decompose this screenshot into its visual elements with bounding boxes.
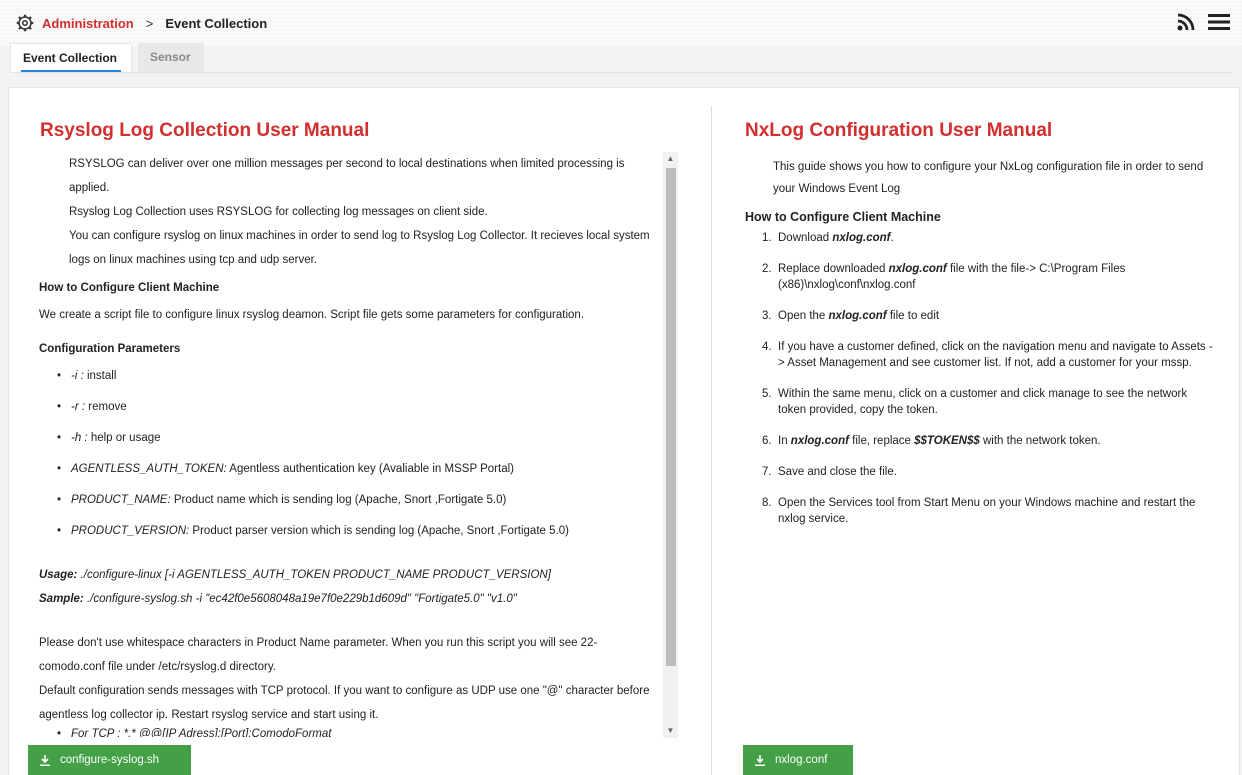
config-params-list: -i : install -r : remove -h : help or us… bbox=[39, 361, 661, 547]
nxlog-steps-list: 1. Download nxlog.conf. 2. Replace downloa… bbox=[745, 230, 1215, 527]
list-item: 6. In nxlog.conf file, replace $$TOKEN$$ … bbox=[762, 435, 1101, 447]
panel-divider bbox=[711, 106, 712, 775]
download-icon bbox=[755, 754, 765, 766]
list-item: For TCP : *.* @@[IP Adress]:[Port]:Comod… bbox=[57, 727, 661, 737]
tab-event-collection[interactable]: Event Collection bbox=[10, 43, 132, 72]
rsyslog-manual-title: Rsyslog Log Collection User Manual bbox=[40, 120, 370, 141]
top-icons bbox=[1176, 12, 1230, 32]
download-configure-syslog-button[interactable]: configure-syslog.sh bbox=[28, 745, 191, 775]
list-item: 7. Save and close the file. bbox=[762, 466, 897, 478]
how-to-configure-heading: How to Configure Client Machine bbox=[39, 282, 220, 294]
rss-icon[interactable] bbox=[1176, 12, 1196, 32]
nxlog-how-to-heading: How to Configure Client Machine bbox=[745, 210, 941, 224]
nxlog-content: This guide shows you how to configure yo… bbox=[745, 156, 1215, 542]
sample-line: Sample: ./configure-syslog.sh -i "ec42f0… bbox=[39, 593, 517, 605]
scroll-up-icon[interactable]: ▲ bbox=[663, 152, 678, 166]
list-item: 2. Replace downloaded nxlog.conf file wit… bbox=[762, 263, 1126, 291]
nxlog-intro: This guide shows you how to configure yo… bbox=[773, 161, 1204, 195]
config-params-heading: Configuration Parameters bbox=[39, 343, 181, 355]
list-item: -r : remove bbox=[57, 392, 661, 423]
list-item: AGENTLESS_AUTH_TOKEN: Agentless authenti… bbox=[57, 454, 661, 485]
breadcrumb: Administration > Event Collection bbox=[16, 14, 267, 32]
download-nxlog-conf-button[interactable]: nxlog.conf bbox=[743, 745, 853, 775]
how-to-configure-text: We create a script file to configure lin… bbox=[39, 309, 585, 321]
list-item: 3. Open the nxlog.conf file to edit bbox=[762, 310, 940, 322]
note-paragraph-1: Please don't use whitespace characters i… bbox=[39, 637, 598, 673]
rsyslog-scroll-area[interactable]: RSYSLOG can deliver over one million mes… bbox=[29, 152, 685, 737]
tab-divider bbox=[10, 72, 1232, 73]
nxlog-manual-title: NxLog Configuration User Manual bbox=[745, 120, 1053, 141]
gear-icon bbox=[16, 14, 34, 32]
list-item: -i : install bbox=[57, 361, 661, 392]
breadcrumb-current: Event Collection bbox=[165, 15, 268, 31]
download-nxlog-conf-label: nxlog.conf bbox=[775, 754, 828, 766]
download-configure-syslog-label: configure-syslog.sh bbox=[60, 754, 160, 766]
breadcrumb-administration-link[interactable]: Administration bbox=[42, 16, 134, 31]
rsyslog-content: RSYSLOG can deliver over one million mes… bbox=[29, 152, 661, 737]
main-card: Rsyslog Log Collection User Manual NxLog… bbox=[8, 87, 1240, 775]
scrollbar-thumb[interactable] bbox=[666, 168, 676, 666]
tab-sensor[interactable]: Sensor bbox=[138, 43, 204, 72]
list-item: 8. Open the Services tool from Start Menu… bbox=[762, 497, 1196, 525]
list-item: 1. Download nxlog.conf. bbox=[762, 232, 894, 244]
nxlog-conf-link[interactable]: nxlog.conf bbox=[832, 232, 890, 244]
list-item: PRODUCT_VERSION: Product parser version … bbox=[57, 516, 661, 547]
top-bar: Administration > Event Collection bbox=[0, 0, 1242, 46]
download-icon bbox=[40, 754, 50, 766]
breadcrumb-separator: > bbox=[145, 15, 154, 31]
intro-paragraph-3: You can configure rsyslog on linux machi… bbox=[69, 230, 650, 266]
list-item: 4. If you have a customer defined, click … bbox=[762, 341, 1213, 369]
rsyslog-scrollbar[interactable]: ▲ ▼ bbox=[663, 152, 678, 738]
list-item: 5. Within the same menu, click on a custo… bbox=[762, 388, 1188, 416]
scroll-down-icon[interactable]: ▼ bbox=[663, 724, 678, 738]
list-item: PRODUCT_NAME: Product name which is send… bbox=[57, 485, 661, 516]
usage-line: Usage: ./configure-linux [-i AGENTLESS_A… bbox=[39, 569, 551, 581]
note-paragraph-2: Default configuration sends messages wit… bbox=[39, 685, 650, 721]
protocol-list: For TCP : *.* @@[IP Adress]:[Port]:Comod… bbox=[39, 727, 661, 737]
list-item: -h : help or usage bbox=[57, 423, 661, 454]
intro-paragraph-2: Rsyslog Log Collection uses RSYSLOG for … bbox=[69, 206, 488, 218]
hamburger-menu-icon[interactable] bbox=[1208, 13, 1230, 31]
intro-paragraph-1: RSYSLOG can deliver over one million mes… bbox=[69, 158, 625, 194]
